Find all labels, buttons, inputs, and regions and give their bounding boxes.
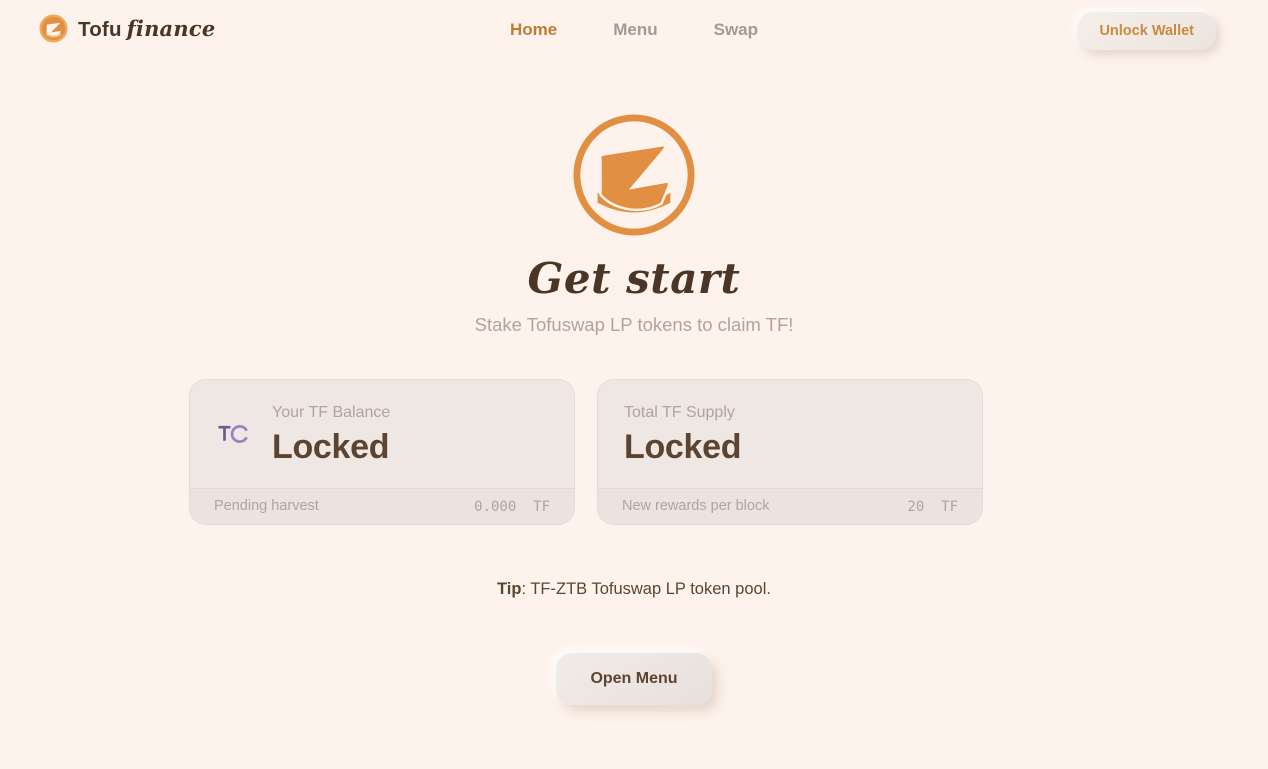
open-menu-container: Open Menu (0, 653, 1268, 705)
tf-supply-label: Total TF Supply (624, 403, 735, 421)
hero-section: Get start Stake Tofuswap LP tokens to cl… (0, 112, 1268, 335)
page-title: Get start (527, 254, 741, 303)
tf-balance-label: Your TF Balance (272, 403, 391, 421)
pending-harvest-value: 0.000 TF (474, 498, 550, 515)
tf-balance-value: Locked (272, 427, 390, 466)
unlock-wallet-button[interactable]: Unlock Wallet (1077, 12, 1216, 50)
tofu-z-emblem-icon (573, 114, 695, 236)
loading-spinner-icon (218, 425, 248, 443)
nav-item-swap[interactable]: Swap (686, 20, 786, 40)
stats-card-group: Your TF Balance Locked Pending harvest 0… (189, 379, 988, 525)
tf-supply-card-body: Total TF Supply Locked (598, 380, 982, 488)
tf-supply-text-block: Total TF Supply Locked (624, 403, 742, 466)
site-header: Tofu finance Home Menu Swap Unlock Wallet (0, 0, 1268, 64)
open-menu-button[interactable]: Open Menu (556, 653, 712, 705)
tip-body: : TF-ZTB Tofuswap LP token pool. (521, 580, 771, 598)
page-subtitle: Stake Tofuswap LP tokens to claim TF! (474, 314, 794, 335)
tip-text: Tip: TF-ZTB Tofuswap LP token pool. (0, 581, 1268, 598)
tf-balance-card-footer: Pending harvest 0.000 TF (190, 488, 574, 524)
tf-balance-text-block: Your TF Balance Locked (272, 403, 391, 466)
unlock-wallet-container: Unlock Wallet (1077, 12, 1216, 50)
tf-balance-card: Your TF Balance Locked Pending harvest 0… (189, 379, 575, 525)
new-rewards-label: New rewards per block (622, 498, 770, 515)
nav-item-menu[interactable]: Menu (585, 20, 685, 40)
tf-supply-value: Locked (624, 427, 742, 466)
tf-supply-card: Total TF Supply Locked New rewards per b… (597, 379, 983, 525)
nav-item-home[interactable]: Home (482, 20, 585, 40)
new-rewards-value: 20 TF (907, 498, 958, 515)
tf-balance-card-body: Your TF Balance Locked (190, 380, 574, 488)
tip-prefix: Tip (497, 580, 522, 598)
tf-supply-card-footer: New rewards per block 20 TF (598, 488, 982, 524)
pending-harvest-label: Pending harvest (214, 498, 319, 515)
